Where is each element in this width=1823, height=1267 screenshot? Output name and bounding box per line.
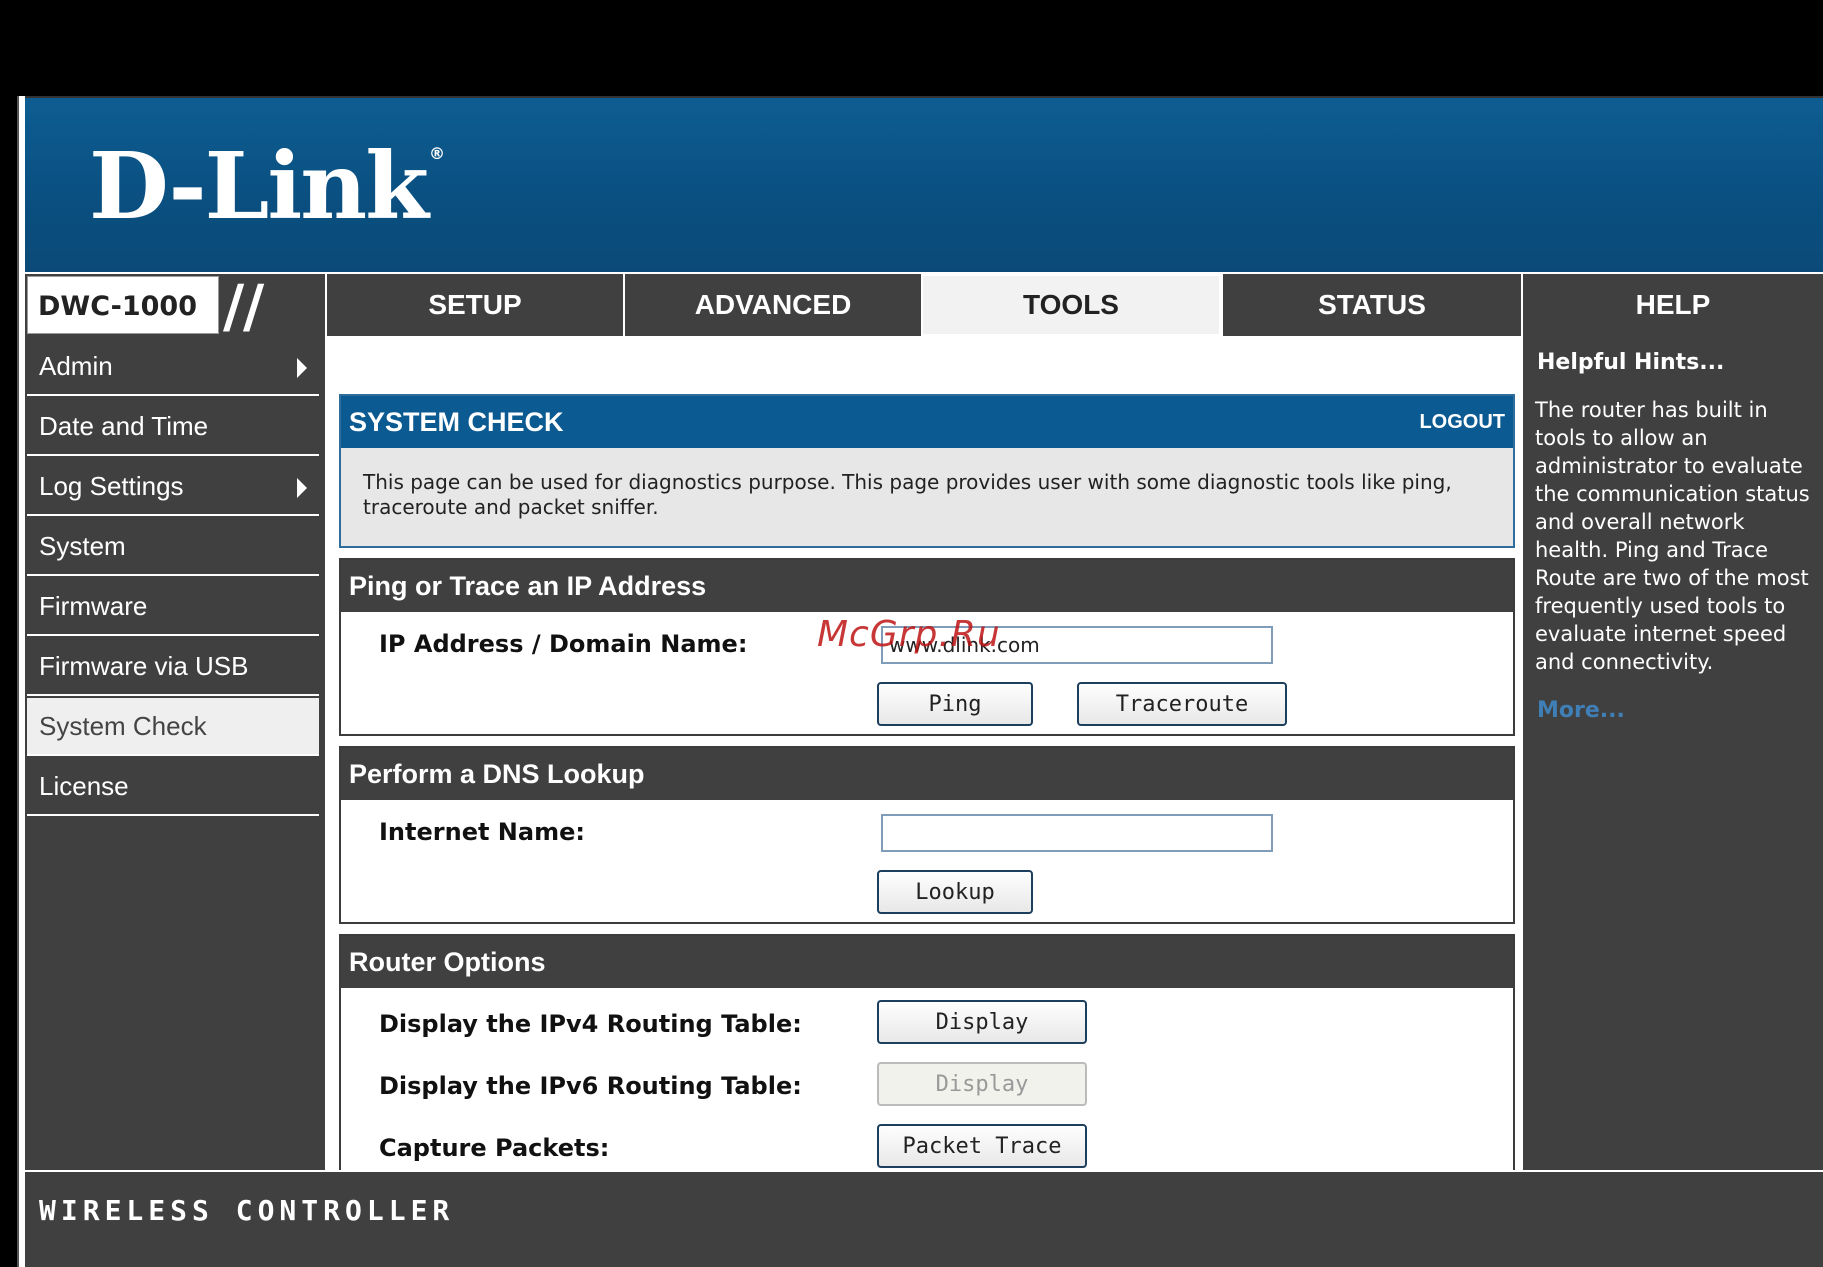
submenu-arrow-icon <box>297 358 307 378</box>
router-options-panel: Router Options Display the IPv4 Routing … <box>339 934 1515 1178</box>
traceroute-button[interactable]: Traceroute <box>1077 682 1287 726</box>
tab-status[interactable]: STATUS <box>1221 274 1521 336</box>
sidebar-item-date-and-time[interactable]: Date and Time <box>27 398 319 456</box>
lookup-button[interactable]: Lookup <box>877 870 1033 914</box>
sidebar-item-log-settings[interactable]: Log Settings <box>27 458 319 516</box>
page-description: This page can be used for diagnostics pu… <box>341 448 1513 546</box>
helpful-hints-panel: Helpful Hints... The router has built in… <box>1523 336 1823 1170</box>
sidebar-item-label: Date and Time <box>39 410 209 441</box>
more-link[interactable]: More... <box>1537 698 1625 723</box>
display-ipv4-button[interactable]: Display <box>877 1000 1087 1044</box>
router-options-title: Router Options <box>341 936 1513 988</box>
submenu-arrow-icon <box>297 478 307 498</box>
sidebar-item-firmware[interactable]: Firmware <box>27 578 319 636</box>
model-name: DWC-1000 <box>38 291 197 322</box>
sidebar-item-label: License <box>39 770 129 801</box>
packet-trace-button[interactable]: Packet Trace <box>877 1124 1087 1168</box>
ping-button[interactable]: Ping <box>877 682 1033 726</box>
tab-advanced[interactable]: ADVANCED <box>623 274 921 336</box>
internet-name-input[interactable] <box>881 814 1273 852</box>
sidebar-item-label: Firmware via USB <box>39 650 249 681</box>
sidebar-item-admin[interactable]: Admin <box>27 338 319 396</box>
sidebar-item-label: System Check <box>39 710 207 741</box>
slash-decoration-icon: / <box>223 272 245 340</box>
sidebar-item-system[interactable]: System <box>27 518 319 576</box>
ipv4-routing-label: Display the IPv4 Routing Table: <box>379 1010 802 1038</box>
slash-decoration-icon: / <box>243 272 265 340</box>
registered-mark: ® <box>428 144 445 163</box>
ip-address-label: IP Address / Domain Name: <box>379 630 748 658</box>
sidebar-item-label: Log Settings <box>39 470 184 501</box>
model-badge: DWC-1000 / / <box>25 272 325 340</box>
main-content: SYSTEM CHECK LOGOUT This page can be use… <box>325 336 1525 1178</box>
hints-text: The router has built in tools to allow a… <box>1535 398 1810 674</box>
watermark-text: McGrp.Ru <box>817 614 1001 655</box>
sidebar-item-label: Firmware <box>39 590 148 621</box>
system-check-panel: SYSTEM CHECK LOGOUT This page can be use… <box>339 394 1515 548</box>
header-banner: D-Link ® <box>25 96 1823 272</box>
tab-setup[interactable]: SETUP <box>325 274 623 336</box>
model-box: DWC-1000 <box>27 276 219 334</box>
ping-section-title: Ping or Trace an IP Address <box>341 560 1513 612</box>
page-left-border <box>17 96 25 1267</box>
sidebar-menu: Admin Date and Time Log Settings System … <box>25 336 325 1170</box>
system-check-header: SYSTEM CHECK LOGOUT <box>341 396 1513 448</box>
internet-name-label: Internet Name: <box>379 818 585 846</box>
ipv6-routing-label: Display the IPv6 Routing Table: <box>379 1072 802 1100</box>
display-ipv6-button[interactable]: Display <box>877 1062 1087 1106</box>
sidebar-item-system-check[interactable]: System Check <box>27 698 319 756</box>
sidebar-item-label: Admin <box>39 350 113 381</box>
sidebar-item-license[interactable]: License <box>27 758 319 816</box>
tab-tools[interactable]: TOOLS <box>921 274 1221 336</box>
sidebar-item-firmware-via-usb[interactable]: Firmware via USB <box>27 638 319 696</box>
dns-lookup-panel: Perform a DNS Lookup Internet Name: Look… <box>339 746 1515 924</box>
footer-bar: WIRELESS CONTROLLER <box>25 1170 1823 1267</box>
top-navigation: DWC-1000 / / SETUP ADVANCED TOOLS STATUS… <box>25 272 1823 340</box>
footer-product-label: WIRELESS CONTROLLER <box>39 1194 455 1227</box>
router-admin-page: D-Link ® DWC-1000 / / SETUP ADVANCED TOOL… <box>17 96 1823 1267</box>
dns-section-title: Perform a DNS Lookup <box>341 748 1513 800</box>
logout-link[interactable]: LOGOUT <box>1419 411 1505 434</box>
hints-title: Helpful Hints... <box>1537 350 1725 375</box>
page-title: SYSTEM CHECK <box>349 406 564 437</box>
tab-help[interactable]: HELP <box>1521 274 1823 336</box>
dlink-logo: D-Link ® <box>89 132 445 240</box>
sidebar-item-label: System <box>39 530 126 561</box>
capture-packets-label: Capture Packets: <box>379 1134 610 1162</box>
